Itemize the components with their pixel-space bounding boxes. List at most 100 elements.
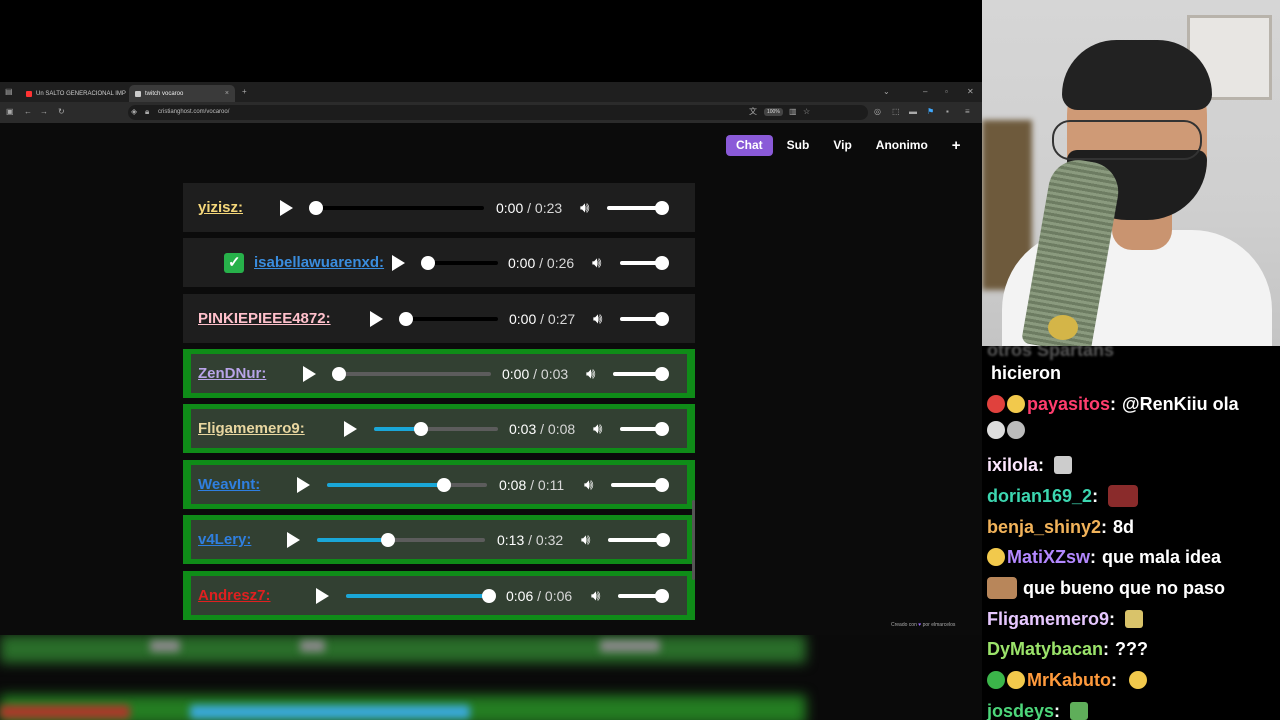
tab-actions-icon[interactable]: ▤ — [5, 86, 13, 98]
sidebar-icon[interactable]: ▣ — [6, 107, 14, 117]
volume-icon[interactable]: 🔊︎ — [593, 420, 602, 437]
lock-icon[interactable]: 🔒︎ — [145, 107, 149, 117]
seek-bar[interactable] — [406, 316, 498, 321]
volume-handle[interactable] — [655, 421, 669, 436]
translate-icon[interactable]: 文 — [749, 107, 757, 117]
filter-vip-button[interactable]: Vip — [823, 135, 861, 156]
bookmark-star-icon[interactable]: ☆ — [803, 107, 810, 117]
play-icon[interactable] — [344, 420, 357, 437]
forward-icon[interactable]: → — [40, 107, 48, 117]
volume-icon[interactable]: 🔊︎ — [584, 476, 593, 493]
duration: 0:32 — [535, 531, 564, 548]
chat-text: @RenKiiu ola — [1122, 393, 1239, 414]
menu-icon[interactable]: ≡ — [965, 107, 970, 117]
seek-handle[interactable] — [436, 477, 451, 492]
chat-colon: : — [1090, 547, 1097, 568]
volume-icon[interactable]: 🔊︎ — [581, 531, 590, 548]
play-icon[interactable] — [297, 476, 310, 493]
volume-icon[interactable]: 🔊︎ — [580, 199, 589, 216]
tab-vocaroo[interactable]: twitch vocaroo × — [129, 85, 235, 102]
tab-list-icon[interactable]: ⌄ — [883, 86, 890, 98]
volume-slider[interactable] — [608, 537, 663, 542]
reader-icon[interactable]: ▥ — [789, 107, 797, 117]
seek-bar[interactable] — [339, 371, 491, 376]
duration: 0:08 — [547, 420, 576, 437]
close-tab-icon[interactable]: × — [225, 90, 229, 97]
filter-sub-button[interactable]: Sub — [777, 135, 820, 156]
maximize-button[interactable]: ▫ — [945, 86, 948, 98]
volume-handle[interactable] — [655, 588, 669, 603]
tab-youtube[interactable]: Un SALTO GENERACIONAL IMP × — [20, 85, 126, 102]
add-filter-button[interactable]: + — [942, 135, 971, 156]
volume-icon[interactable]: 🔊︎ — [586, 365, 595, 382]
account-icon[interactable]: ◎ — [874, 107, 881, 117]
shield-icon[interactable]: ◈ — [131, 107, 137, 117]
chat-text: ??? — [1115, 639, 1149, 660]
seek-handle[interactable] — [309, 200, 323, 215]
seek-handle[interactable] — [414, 421, 429, 436]
chat-text: 8d — [1113, 516, 1135, 537]
url-text: cristianghost.com/vocaroo/ — [158, 109, 230, 115]
play-icon[interactable] — [370, 310, 383, 327]
time-separator: / — [526, 476, 538, 493]
extensions-icon[interactable]: ⬚ — [892, 107, 900, 117]
reload-icon[interactable]: ↻ — [58, 107, 65, 117]
seek-handle[interactable] — [421, 255, 435, 270]
volume-icon[interactable]: 🔊︎ — [592, 254, 601, 271]
volume-icon[interactable]: 🔊︎ — [593, 310, 602, 327]
filter-anonimo-button[interactable]: Anonimo — [866, 135, 938, 156]
chat-username[interactable]: DyMatybacan — [987, 636, 1103, 662]
time-separator: / — [536, 310, 548, 327]
filter-chat-button[interactable]: Chat — [726, 135, 773, 156]
chat-username[interactable]: MrKabuto — [1027, 667, 1111, 693]
extension-square-icon[interactable]: ▪ — [946, 107, 949, 117]
seek-bar[interactable] — [374, 426, 498, 431]
back-icon[interactable]: ← — [24, 107, 32, 117]
zoom-indicator[interactable]: 100% — [764, 108, 783, 116]
chat-username[interactable]: payasitos — [1027, 391, 1110, 417]
extension-red-icon[interactable]: ▬ — [909, 107, 917, 117]
close-window-button[interactable]: ✕ — [967, 86, 974, 98]
scrollbar[interactable] — [692, 500, 695, 580]
audio-player: 0:08 / 0:11 🔊︎ — [183, 460, 695, 509]
seek-bar[interactable] — [317, 537, 485, 542]
audio-message-row: v4Lery: 0:13 / 0:32 🔊︎ — [183, 515, 695, 564]
chat-message: payasitos: @RenKiiu ola — [987, 391, 1239, 417]
seek-handle[interactable] — [399, 311, 413, 326]
volume-handle[interactable] — [656, 532, 670, 547]
seek-handle[interactable] — [332, 366, 346, 381]
volume-slider[interactable] — [607, 205, 662, 210]
play-icon[interactable] — [316, 587, 329, 604]
play-icon[interactable] — [280, 199, 293, 216]
play-icon[interactable] — [287, 531, 300, 548]
minimize-button[interactable]: – — [923, 86, 927, 98]
volume-handle[interactable] — [655, 366, 669, 381]
credit-suffix[interactable]: por elmarcelos — [923, 622, 956, 628]
volume-handle[interactable] — [655, 255, 669, 270]
chat-username[interactable]: josdeys — [987, 698, 1054, 720]
chat-username[interactable]: benja_shiny2 — [987, 514, 1101, 540]
chat-username[interactable]: ixilola — [987, 452, 1038, 478]
chat-username[interactable]: dorian169_2 — [987, 483, 1092, 509]
chat-username[interactable]: MatiXZsw — [1007, 544, 1090, 570]
volume-handle[interactable] — [655, 200, 669, 215]
volume-handle[interactable] — [655, 311, 669, 326]
volume-handle[interactable] — [655, 477, 669, 492]
webcam-feed — [982, 0, 1280, 346]
seek-bar[interactable] — [316, 205, 484, 210]
new-tab-button[interactable]: + — [242, 86, 247, 98]
seek-bar[interactable] — [327, 482, 487, 487]
seek-bar[interactable] — [428, 260, 498, 265]
time-display: 0:00 / 0:23 — [496, 200, 562, 216]
chat-message — [987, 421, 1027, 440]
play-icon[interactable] — [392, 254, 405, 271]
chat-username[interactable]: Fligamemero9 — [987, 606, 1109, 632]
audio-message-row: isabellawuarenxd:0:00 / 0:26🔊︎ — [183, 238, 695, 287]
volume-icon[interactable]: 🔊︎ — [591, 587, 600, 604]
seek-handle[interactable] — [380, 532, 395, 547]
seek-handle[interactable] — [482, 588, 496, 603]
play-icon[interactable] — [303, 365, 316, 382]
extension-blue-icon[interactable]: ⚑ — [927, 107, 934, 117]
seek-bar[interactable] — [346, 593, 489, 598]
url-input[interactable]: cristianghost.com/vocaroo/ — [128, 105, 868, 120]
